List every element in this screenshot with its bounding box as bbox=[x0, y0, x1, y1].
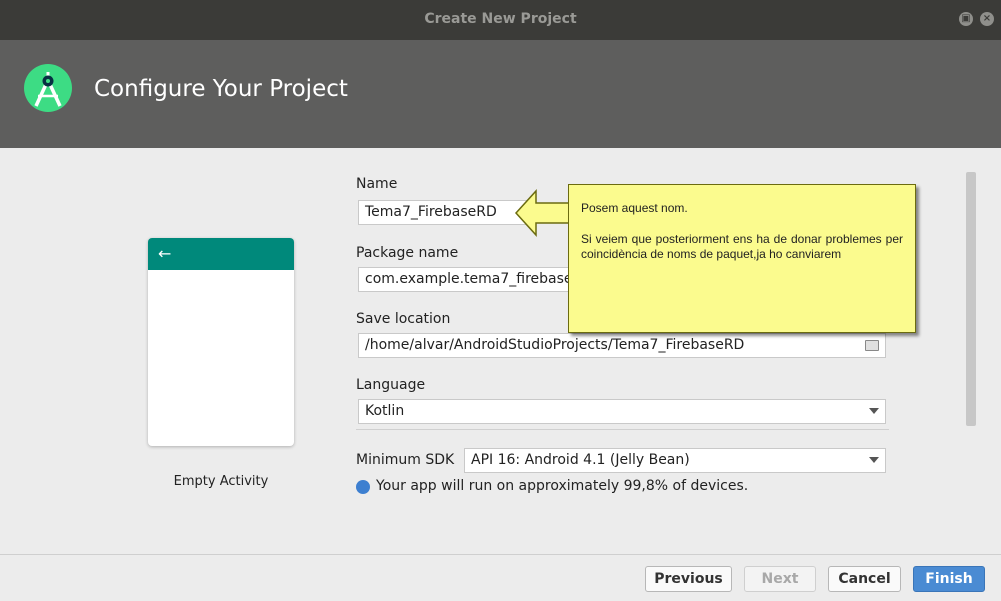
annotation-callout: Posem aquest nom. Si veiem que posterior… bbox=[568, 184, 916, 333]
vertical-scrollbar[interactable] bbox=[966, 172, 976, 426]
location-field[interactable]: /home/alvar/AndroidStudioProjects/Tema7_… bbox=[358, 333, 886, 358]
info-icon bbox=[356, 480, 370, 494]
language-select[interactable]: Kotlin bbox=[358, 399, 886, 424]
android-studio-logo bbox=[24, 64, 72, 112]
sdk-label: Minimum SDK bbox=[356, 452, 455, 468]
name-label: Name bbox=[356, 176, 398, 192]
window-title: Create New Project bbox=[424, 11, 577, 27]
preview-app-bar: ← bbox=[148, 238, 294, 270]
language-label: Language bbox=[356, 377, 426, 393]
sdk-info-text: Your app will run on approximately 99,8%… bbox=[376, 478, 749, 494]
callout-line-2: Si veiem que posteriorment ens ha de don… bbox=[581, 232, 903, 261]
chevron-down-icon bbox=[869, 457, 879, 463]
finish-button[interactable]: Finish bbox=[913, 566, 985, 592]
section-divider bbox=[356, 429, 889, 430]
wizard-footer: Previous Next Cancel Finish bbox=[0, 554, 1001, 601]
chevron-down-icon bbox=[869, 408, 879, 414]
maximize-icon[interactable]: ▣ bbox=[959, 12, 973, 26]
name-field[interactable]: Tema7_FirebaseRD bbox=[358, 200, 528, 225]
previous-button[interactable]: Previous bbox=[645, 566, 732, 592]
location-value: /home/alvar/AndroidStudioProjects/Tema7_… bbox=[365, 337, 745, 353]
location-label: Save location bbox=[356, 311, 451, 327]
wizard-header: Configure Your Project bbox=[0, 40, 1001, 148]
template-name: Empty Activity bbox=[173, 474, 269, 489]
sdk-value: API 16: Android 4.1 (Jelly Bean) bbox=[471, 452, 690, 468]
window-titlebar: Create New Project ▣ × bbox=[0, 0, 1001, 40]
back-arrow-icon: ← bbox=[158, 244, 172, 263]
close-icon[interactable]: × bbox=[980, 12, 994, 26]
page-title: Configure Your Project bbox=[94, 76, 348, 102]
folder-icon[interactable] bbox=[865, 340, 879, 351]
language-value: Kotlin bbox=[365, 403, 405, 419]
package-label: Package name bbox=[356, 245, 459, 261]
sdk-select[interactable]: API 16: Android 4.1 (Jelly Bean) bbox=[464, 448, 886, 473]
next-button[interactable]: Next bbox=[744, 566, 816, 592]
callout-line-1: Posem aquest nom. bbox=[581, 201, 688, 215]
activity-preview: ← bbox=[148, 238, 294, 446]
cancel-button[interactable]: Cancel bbox=[828, 566, 901, 592]
